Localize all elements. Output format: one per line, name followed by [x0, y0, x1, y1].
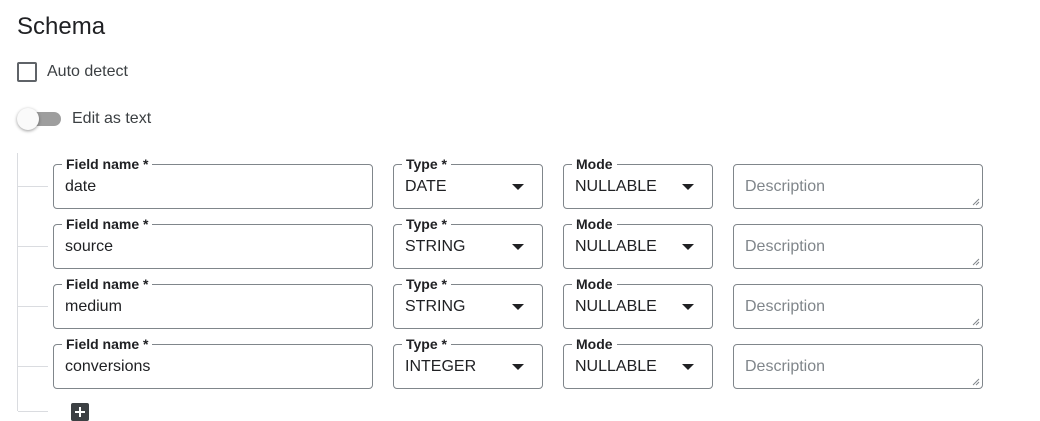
edit-as-text-toggle[interactable]: Edit as text	[17, 108, 151, 130]
add-box-icon[interactable]	[71, 403, 89, 421]
resize-handle-icon[interactable]	[972, 318, 980, 326]
field-name-value[interactable]: conversions	[65, 357, 150, 377]
type-label: Type *	[402, 155, 451, 173]
type-label: Type *	[402, 215, 451, 233]
mode-value: NULLABLE	[575, 358, 657, 375]
type-select[interactable]: Type * DATE	[393, 155, 543, 209]
mode-select[interactable]: Mode NULLABLE	[563, 215, 713, 269]
checkbox-box[interactable]	[17, 62, 37, 82]
type-label: Type *	[402, 335, 451, 353]
field-name-label: Field name *	[62, 275, 153, 293]
mode-value: NULLABLE	[575, 298, 657, 315]
mode-select[interactable]: Mode NULLABLE	[563, 335, 713, 389]
schema-title: Schema	[17, 13, 106, 40]
type-value: INTEGER	[405, 358, 477, 375]
field-name-value[interactable]: source	[65, 237, 113, 257]
type-value: DATE	[405, 178, 447, 195]
field-name-value[interactable]: date	[65, 177, 96, 197]
description-textarea[interactable]: Description	[733, 284, 983, 329]
type-value: STRING	[405, 238, 466, 255]
arrow-drop-down-icon[interactable]	[512, 184, 524, 190]
tree-line	[17, 153, 18, 411]
type-select[interactable]: Type * INTEGER	[393, 335, 543, 389]
field-name-label: Field name *	[62, 215, 153, 233]
arrow-drop-down-icon[interactable]	[512, 364, 524, 370]
auto-detect-checkbox[interactable]: Auto detect	[17, 61, 128, 83]
type-label: Type *	[402, 275, 451, 293]
toggle-switch[interactable]	[17, 108, 61, 130]
resize-handle-icon[interactable]	[972, 198, 980, 206]
mode-label: Mode	[572, 275, 617, 293]
description-placeholder: Description	[745, 238, 826, 255]
mode-label: Mode	[572, 155, 617, 173]
tree-branch	[18, 411, 48, 412]
tree-branch	[18, 246, 48, 247]
arrow-drop-down-icon[interactable]	[682, 244, 694, 250]
arrow-drop-down-icon[interactable]	[512, 244, 524, 250]
type-select[interactable]: Type * STRING	[393, 275, 543, 329]
field-name-input[interactable]: Field name * medium	[53, 275, 373, 329]
field-name-label: Field name *	[62, 335, 153, 353]
edit-as-text-label: Edit as text	[72, 110, 152, 127]
description-textarea[interactable]: Description	[733, 344, 983, 389]
toggle-knob[interactable]	[17, 108, 39, 130]
field-name-input[interactable]: Field name * conversions	[53, 335, 373, 389]
mode-value: NULLABLE	[575, 178, 657, 195]
mode-select[interactable]: Mode NULLABLE	[563, 155, 713, 209]
type-select[interactable]: Type * STRING	[393, 215, 543, 269]
description-placeholder: Description	[745, 298, 826, 315]
resize-handle-icon[interactable]	[972, 258, 980, 266]
mode-select[interactable]: Mode NULLABLE	[563, 275, 713, 329]
mode-label: Mode	[572, 215, 617, 233]
arrow-drop-down-icon[interactable]	[682, 364, 694, 370]
mode-value: NULLABLE	[575, 238, 657, 255]
arrow-drop-down-icon[interactable]	[682, 304, 694, 310]
description-textarea[interactable]: Description	[733, 224, 983, 269]
tree-branch	[18, 186, 48, 187]
auto-detect-label: Auto detect	[47, 63, 128, 80]
arrow-drop-down-icon[interactable]	[512, 304, 524, 310]
field-name-input[interactable]: Field name * date	[53, 155, 373, 209]
mode-label: Mode	[572, 335, 617, 353]
type-value: STRING	[405, 298, 466, 315]
field-name-label: Field name *	[62, 155, 153, 173]
description-placeholder: Description	[745, 178, 826, 195]
description-textarea[interactable]: Description	[733, 164, 983, 209]
description-placeholder: Description	[745, 358, 826, 375]
arrow-drop-down-icon[interactable]	[682, 184, 694, 190]
resize-handle-icon[interactable]	[972, 378, 980, 386]
field-name-input[interactable]: Field name * source	[53, 215, 373, 269]
tree-branch	[18, 366, 48, 367]
field-name-value[interactable]: medium	[65, 297, 122, 317]
tree-branch	[18, 306, 48, 307]
